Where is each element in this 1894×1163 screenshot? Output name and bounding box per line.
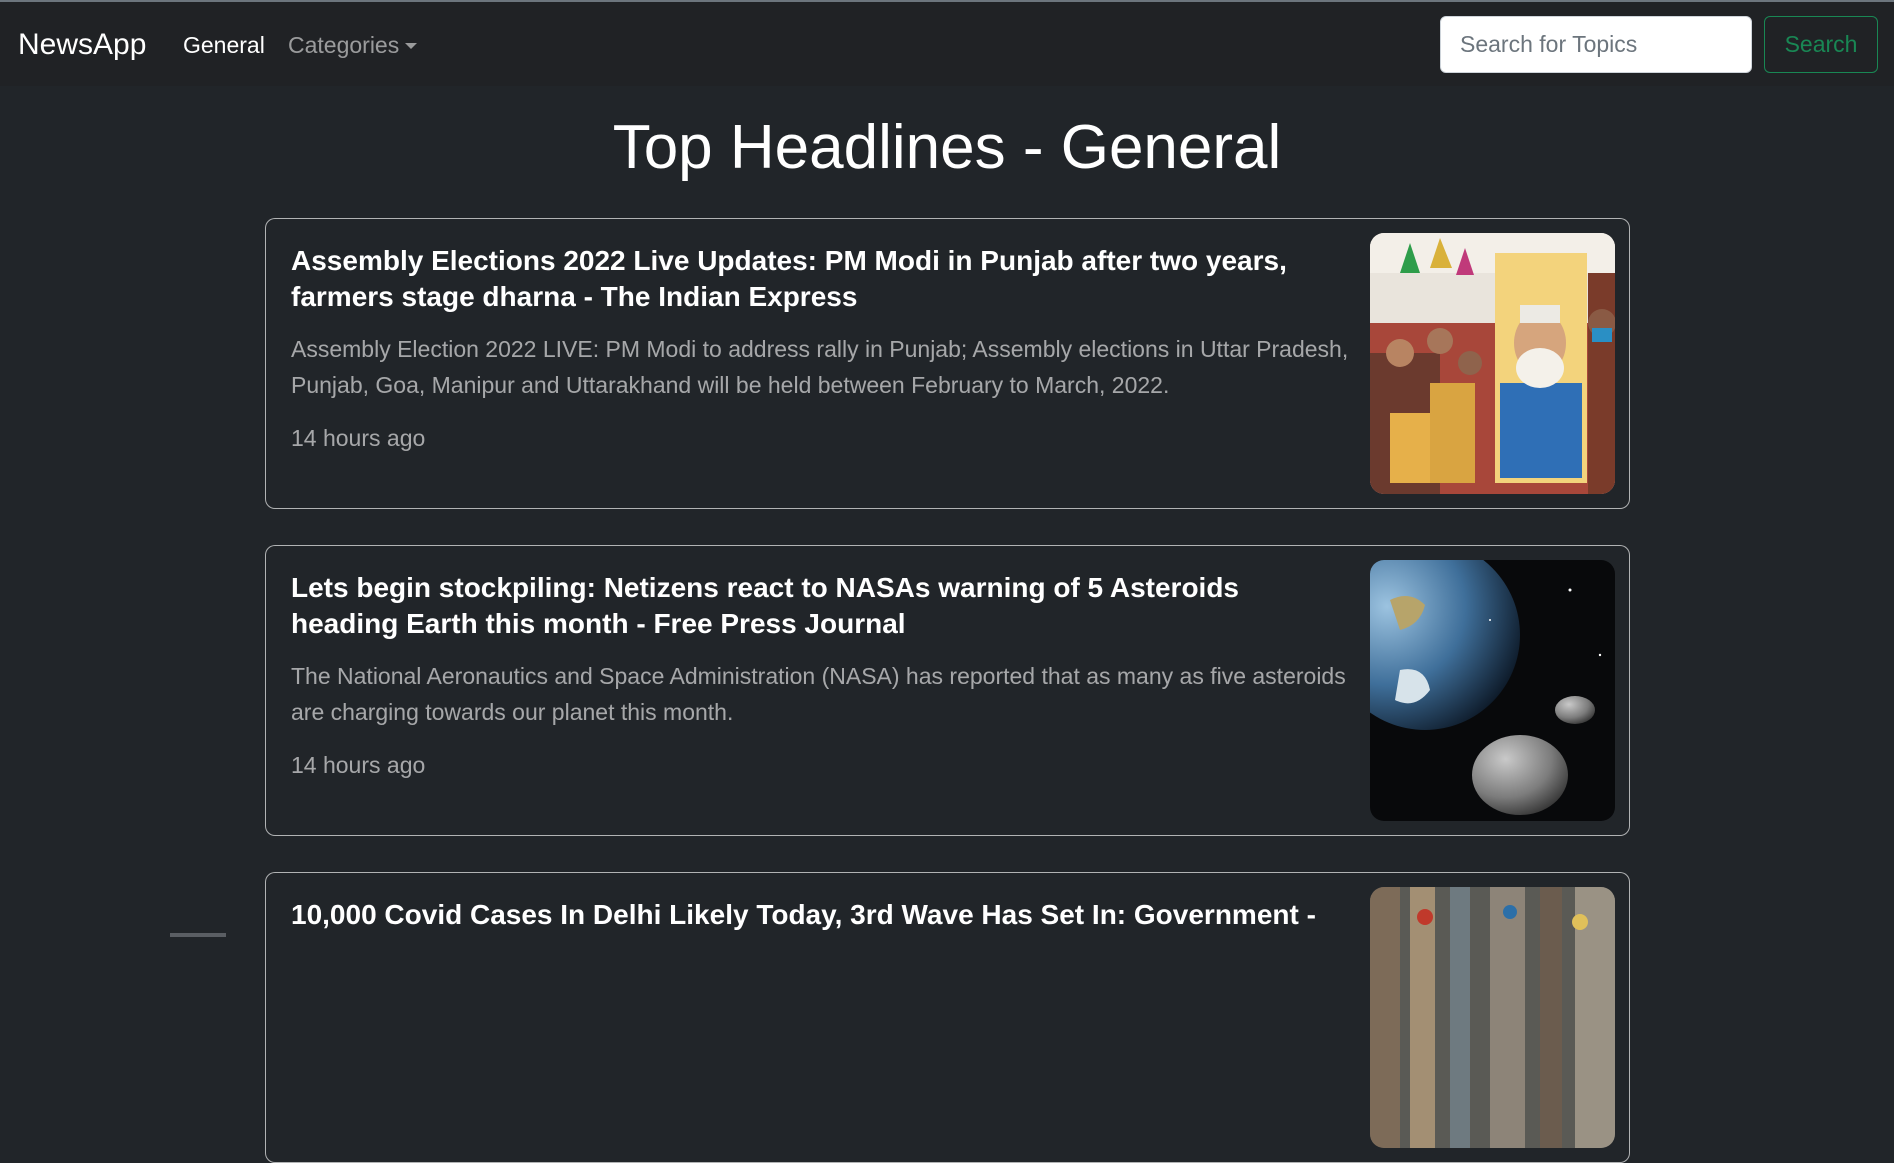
article-title[interactable]: 10,000 Covid Cases In Delhi Likely Today… — [291, 897, 1351, 933]
nav-categories-label: Categories — [288, 32, 400, 58]
article-time: 14 hours ago — [291, 752, 426, 778]
article-card[interactable]: Lets begin stockpiling: Netizens react t… — [265, 545, 1630, 836]
nav-link-general[interactable]: General — [183, 32, 265, 59]
nav-dropdown-categories[interactable]: Categories — [288, 32, 418, 59]
search-button[interactable]: Search — [1764, 16, 1878, 73]
article-title[interactable]: Assembly Elections 2022 Live Updates: PM… — [291, 243, 1351, 315]
article-description: The National Aeronautics and Space Admin… — [291, 663, 1346, 725]
article-description: Assembly Election 2022 LIVE: PM Modi to … — [291, 336, 1349, 398]
article-card[interactable]: 10,000 Covid Cases In Delhi Likely Today… — [265, 872, 1630, 1163]
article-title[interactable]: Lets begin stockpiling: Netizens react t… — [291, 570, 1351, 642]
brand-logo[interactable]: NewsApp — [18, 28, 146, 62]
article-time: 14 hours ago — [291, 425, 426, 451]
search-input[interactable] — [1440, 16, 1752, 73]
caret-down-icon — [405, 43, 418, 49]
article-image[interactable] — [1370, 887, 1615, 1148]
article-card[interactable]: Assembly Elections 2022 Live Updates: PM… — [265, 218, 1630, 509]
navbar: NewsApp General Categories Search — [0, 2, 1894, 86]
article-image[interactable] — [1370, 233, 1615, 494]
scrollbar-thumb[interactable] — [170, 933, 226, 937]
article-image[interactable] — [1370, 560, 1615, 821]
page-title: Top Headlines - General — [612, 113, 1282, 182]
